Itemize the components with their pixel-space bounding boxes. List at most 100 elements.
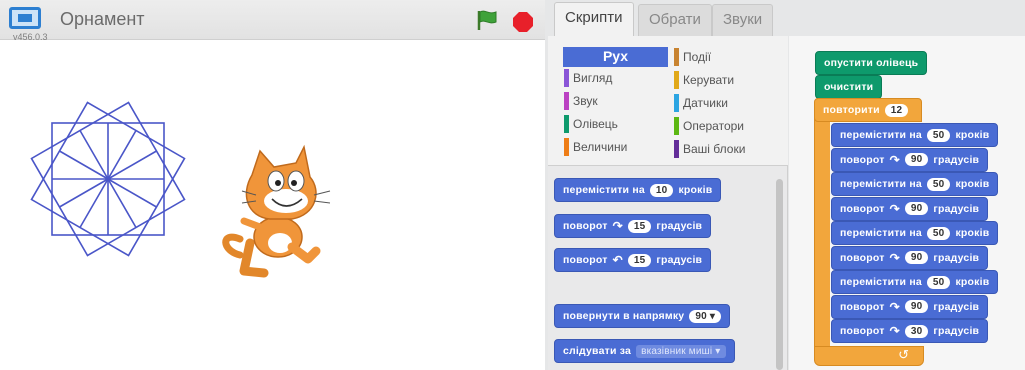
block-label: кроків [955,276,990,288]
cat-sprite[interactable] [222,144,331,278]
clear-block[interactable]: очистити [815,75,883,99]
degrees-input[interactable]: 90 [904,251,929,264]
category-color-bar [564,138,569,156]
steps-input[interactable]: 50 [926,275,951,289]
loop-arrow-icon: ↺ [898,347,909,362]
stop-icon[interactable] [512,11,534,33]
palette-turn-right-block[interactable]: поворот ↷ 15 градусів [554,214,712,238]
stage-header: Орнамент v456.0.3 [0,0,545,42]
block-label: градусів [656,220,703,232]
category-control[interactable]: Керувати [674,70,779,90]
category-color-bar [674,117,679,135]
turn-right-block[interactable]: поворот ↷ 90 градусів [831,196,989,221]
category-motion[interactable]: Рух [563,47,668,67]
category-label: Датчики [683,96,728,110]
direction-dropdown[interactable]: 90 ▾ [689,309,722,323]
steps-input[interactable]: 50 [926,226,951,240]
category-sound[interactable]: Звук [564,91,669,111]
palette-turn-left-block[interactable]: поворот ↶ 15 градусів [554,248,712,272]
category-label: Звук [573,94,598,108]
category-label: Олівець [573,117,618,131]
tab-costumes[interactable]: Обрати [638,4,712,36]
move-steps-block[interactable]: перемістити на 50 кроків [831,270,999,294]
category-data[interactable]: Величини [564,137,669,157]
category-color-bar [674,94,679,112]
block-label: слідувати за [563,345,632,357]
fullscreen-icon[interactable] [9,7,41,29]
category-more-blocks[interactable]: Ваші блоки [674,139,779,159]
category-label: Вигляд [573,71,613,85]
degrees-input[interactable]: 90 [904,153,929,166]
palette-point-towards-block[interactable]: слідувати за вказівник миші ▾ [554,339,735,363]
rotate-right-icon: ↷ [889,201,900,216]
repeat-block[interactable]: повторити 12 [814,98,922,122]
block-label: градусів [933,251,980,264]
move-steps-block[interactable]: перемістити на 50 кроків [831,221,999,245]
block-label: кроків [955,178,990,190]
block-label: кроків [955,227,990,239]
category-label: Керувати [683,73,735,87]
green-flag-icon[interactable] [476,9,500,31]
category-events[interactable]: Події [674,47,779,67]
block-label: перемістити на [840,178,922,190]
category-color-bar [564,92,569,110]
category-label: Величини [573,140,628,154]
block-palette: Рух Вигляд Звук Олівець Величини Події К… [548,36,788,370]
turn-right-block[interactable]: поворот ↷ 30 градусів [831,319,989,343]
block-label: опустити олівець [824,57,919,69]
palette-scrollbar[interactable] [776,179,783,370]
block-label: перемістити на [840,276,922,288]
turn-right-block[interactable]: поворот ↷ 90 градусів [831,245,989,270]
block-label: поворот [840,202,885,215]
block-label: очистити [824,81,874,93]
category-label: Ваші блоки [683,142,746,156]
block-label: градусів [933,325,980,337]
rotate-right-icon: ↷ [889,299,900,314]
category-sensing[interactable]: Датчики [674,93,779,113]
stage-canvas[interactable] [0,41,545,370]
block-label: градусів [933,153,980,166]
block-label: перемістити на [563,184,645,196]
category-operators[interactable]: Оператори [674,116,779,136]
repeat-count-input[interactable]: 12 [884,103,909,117]
palette-point-direction-block[interactable]: повернути в напрямку 90 ▾ [554,304,731,328]
steps-input[interactable]: 50 [926,128,951,142]
turn-right-block[interactable]: поворот ↷ 90 градусів [831,294,989,319]
block-label: перемістити на [840,227,922,239]
category-label: Оператори [683,119,745,133]
block-label: кроків [955,129,990,141]
block-label: градусів [933,300,980,313]
repeat-block-body [814,118,830,350]
direction-value: 90 [695,310,707,322]
block-label: перемістити на [840,129,922,141]
stage-panel: Орнамент v456.0.3 [0,0,545,370]
tab-sounds[interactable]: Звуки [712,4,774,36]
degrees-input[interactable]: 90 [904,202,929,215]
block-label: повернути в напрямку [563,310,685,322]
category-color-bar [564,69,569,87]
turn-right-block[interactable]: поворот ↷ 90 градусів [831,147,989,172]
degrees-input[interactable]: 30 [904,324,929,338]
number-input[interactable]: 15 [627,219,652,233]
number-input[interactable]: 10 [649,183,674,197]
block-label: поворот [840,251,885,264]
category-label: Рух [602,48,629,64]
move-steps-block[interactable]: перемістити на 50 кроків [831,172,999,196]
rotate-right-icon: ↷ [889,152,900,167]
category-color-bar [564,115,569,133]
category-color-bar [674,48,679,66]
number-input[interactable]: 15 [627,253,652,267]
project-title[interactable]: Орнамент [60,9,145,30]
tab-scripts[interactable]: Скрипти [554,2,634,36]
move-steps-block[interactable]: перемістити на 50 кроків [831,123,999,147]
pen-down-block[interactable]: опустити олівець [815,51,928,75]
category-looks[interactable]: Вигляд [564,68,669,88]
palette-move-block[interactable]: перемістити на 10 кроків [554,178,722,202]
steps-input[interactable]: 50 [926,177,951,191]
degrees-input[interactable]: 90 [904,300,929,313]
rotate-right-icon: ↷ [612,219,623,233]
target-dropdown[interactable]: вказівник миші ▾ [636,344,726,358]
ornament-drawing [30,101,186,257]
category-pen[interactable]: Олівець [564,114,669,134]
rotate-left-icon: ↶ [612,253,623,267]
